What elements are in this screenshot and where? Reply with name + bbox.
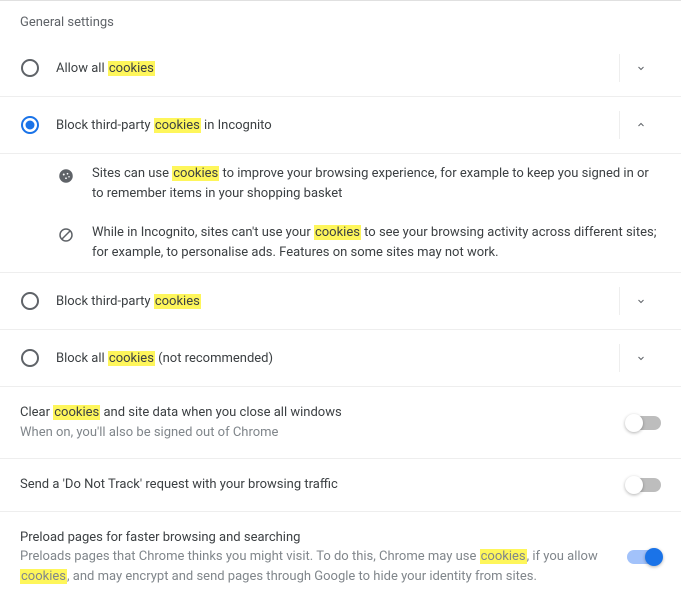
- option-label: Allow all cookies: [56, 61, 609, 76]
- option-block-third-party-incognito[interactable]: Block third-party cookies in Incognito: [0, 97, 681, 154]
- option-block-all[interactable]: Block all cookies (not recommended): [0, 330, 681, 387]
- toggle-preload-row: Preload pages for faster browsing and se…: [0, 512, 681, 602]
- cookie-icon: [56, 166, 76, 186]
- block-icon: [56, 225, 76, 245]
- radio-icon-selected: [20, 115, 40, 135]
- toggle-title: Preload pages for faster browsing and se…: [20, 528, 607, 548]
- expand-button[interactable]: [619, 287, 661, 315]
- expand-button[interactable]: [619, 344, 661, 372]
- toggle-subtitle: Preloads pages that Chrome thinks you mi…: [20, 547, 607, 586]
- detail-text: While in Incognito, sites can't use your…: [92, 223, 661, 262]
- chevron-up-icon: [635, 119, 647, 131]
- toggle-title: Clear cookies and site data when you clo…: [20, 403, 607, 423]
- toggle-clear-cookies[interactable]: [627, 416, 661, 430]
- expand-button[interactable]: [619, 54, 661, 82]
- toggle-title: Send a 'Do Not Track' request with your …: [20, 475, 607, 495]
- option-label: Block third-party cookies in Incognito: [56, 118, 609, 133]
- toggle-clear-cookies-row: Clear cookies and site data when you clo…: [0, 387, 681, 459]
- option-block-third-party[interactable]: Block third-party cookies: [0, 273, 681, 330]
- toggle-do-not-track[interactable]: [627, 478, 661, 492]
- radio-icon: [20, 291, 40, 311]
- option-label: Block all cookies (not recommended): [56, 351, 609, 366]
- radio-icon: [20, 348, 40, 368]
- chevron-down-icon: [635, 352, 647, 364]
- toggle-preload-pages[interactable]: [627, 550, 661, 564]
- collapse-button[interactable]: [619, 111, 661, 139]
- section-heading: General settings: [0, 1, 681, 40]
- toggle-dnt-row: Send a 'Do Not Track' request with your …: [0, 459, 681, 512]
- radio-icon: [20, 58, 40, 78]
- toggle-subtitle: When on, you'll also be signed out of Ch…: [20, 423, 607, 443]
- chevron-down-icon: [635, 62, 647, 74]
- chevron-down-icon: [635, 295, 647, 307]
- option-allow-all[interactable]: Allow all cookies: [0, 40, 681, 97]
- detail-text: Sites can use cookies to improve your br…: [92, 164, 661, 203]
- option-detail-block: Sites can use cookies to improve your br…: [0, 154, 681, 273]
- option-label: Block third-party cookies: [56, 294, 609, 309]
